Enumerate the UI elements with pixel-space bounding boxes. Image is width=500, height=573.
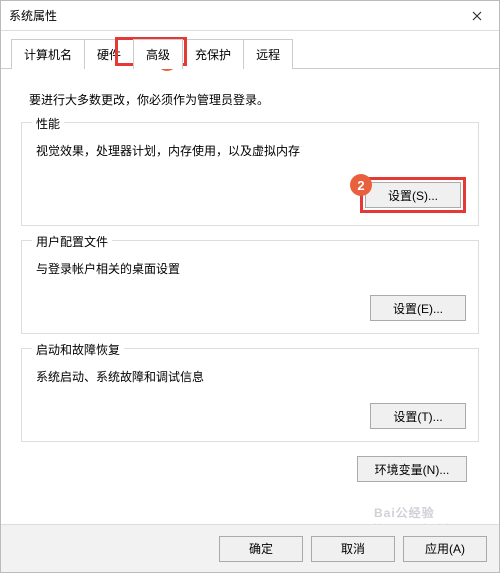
tab-advanced[interactable]: 高级 xyxy=(133,39,183,69)
group-user-profiles-desc: 与登录帐户相关的桌面设置 xyxy=(36,260,464,277)
annotation-badge-2: 2 xyxy=(350,174,372,196)
environment-variables-button[interactable]: 环境变量(N)... xyxy=(357,456,467,482)
annotation-highlight-button: 设置(S)... xyxy=(360,177,466,213)
close-button[interactable] xyxy=(454,1,499,30)
group-startup-title: 启动和故障恢复 xyxy=(32,341,124,358)
tab-content: 要进行大多数更改，你必须作为管理员登录。 性能 视觉效果，处理器计划，内存使用，… xyxy=(1,68,499,500)
intro-text: 要进行大多数更改，你必须作为管理员登录。 xyxy=(29,91,471,108)
tab-strip: 计算机名 硬件 高级 充保护 远程 xyxy=(1,31,499,69)
group-performance-desc: 视觉效果，处理器计划，内存使用，以及虚拟内存 xyxy=(36,142,464,159)
tab-remote[interactable]: 远程 xyxy=(243,39,293,69)
close-icon xyxy=(472,11,482,21)
cancel-button[interactable]: 取消 xyxy=(311,536,395,562)
group-startup-desc: 系统启动、系统故障和调试信息 xyxy=(36,368,464,385)
group-user-profiles: 用户配置文件 与登录帐户相关的桌面设置 设置(E)... xyxy=(21,240,479,334)
titlebar: 系统属性 xyxy=(1,1,499,31)
tab-hardware[interactable]: 硬件 xyxy=(84,39,134,69)
startup-settings-button[interactable]: 设置(T)... xyxy=(370,403,466,429)
group-user-profiles-title: 用户配置文件 xyxy=(32,233,112,250)
ok-button[interactable]: 确定 xyxy=(219,536,303,562)
user-profiles-settings-button[interactable]: 设置(E)... xyxy=(370,295,466,321)
group-performance: 性能 视觉效果，处理器计划，内存使用，以及虚拟内存 设置(S)... xyxy=(21,122,479,226)
group-startup: 启动和故障恢复 系统启动、系统故障和调试信息 设置(T)... xyxy=(21,348,479,442)
apply-button[interactable]: 应用(A) xyxy=(403,536,487,562)
tab-system-protection[interactable]: 充保护 xyxy=(182,39,244,69)
performance-settings-button[interactable]: 设置(S)... xyxy=(365,182,461,208)
window-title: 系统属性 xyxy=(9,7,454,24)
watermark-main: Bai公经验 xyxy=(374,506,435,520)
dialog-footer: 确定 取消 应用(A) xyxy=(1,524,499,572)
group-performance-title: 性能 xyxy=(32,115,64,132)
tab-computer-name[interactable]: 计算机名 xyxy=(11,39,85,69)
